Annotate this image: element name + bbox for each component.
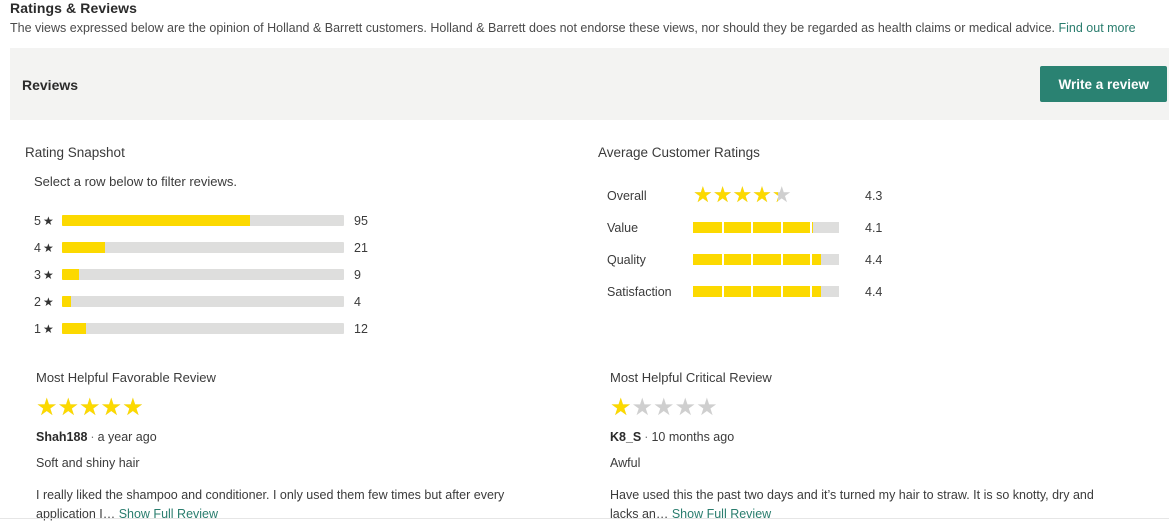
ratings-reviews-page: Ratings & Reviews The views expressed be… [0,0,1169,523]
star-icon: ★ [42,294,54,309]
meta-separator: · [90,430,95,444]
most-helpful-critical-review: Most Helpful Critical Review ★★★★★ ★★★★★… [610,370,1130,523]
critical-review-stars: ★★★★★ ★★★★★ [610,395,718,419]
most-helpful-favorable-review: Most Helpful Favorable Review ★★★★★ ★★★★… [36,370,556,523]
star-rating: ★★★★★★★★★★ [693,184,792,207]
average-rating-name: Quality [607,252,646,267]
favorable-review-stars: ★★★★★ ★★★★★ [36,395,144,419]
average-rating-row: Overall ★★★★★★★★★★ 4.3 [598,181,1018,210]
star-icon-filled: ★★★★★ [36,395,144,419]
favorable-review-heading: Most Helpful Favorable Review [36,370,216,385]
segment-dividers [693,286,839,297]
favorable-review-meta: Shah188 · a year ago [36,430,556,444]
rating-bar-number: 2 [34,294,41,309]
rating-bar-row-2-star[interactable]: 2 ★ 4 [25,288,425,315]
critical-review-age: 10 months ago [651,430,735,444]
segmented-rating-meter [693,222,839,233]
star-icon: ★ [42,321,54,336]
rating-bar-count: 9 [354,267,361,282]
average-rating-value: 4.4 [865,252,883,267]
rating-bar-number: 3 [34,267,41,282]
rating-snapshot-section: Rating Snapshot Select a row below to fi… [25,145,425,342]
rating-bar-row-1-star[interactable]: 1 ★ 12 [25,315,425,342]
critical-review-title: Awful [610,456,641,470]
overall-stars-meter: ★★★★★★★★★★ [693,184,839,207]
average-rating-name: Overall [607,188,647,203]
favorable-review-text: I really liked the shampoo and condition… [36,488,505,521]
rating-snapshot-subtext: Select a row below to filter reviews. [34,174,238,189]
rating-bar-track [62,242,344,253]
rating-bar-track [62,296,344,307]
segment-dividers [693,222,839,233]
disclaimer-text: The views expressed below are the opinio… [10,21,1056,35]
rating-bar-fill [62,269,79,280]
rating-bar-fill [62,323,86,334]
favorable-review-title: Soft and shiny hair [36,456,140,470]
rating-bar-count: 4 [354,294,361,309]
rating-bar-row-5-star[interactable]: 5 ★ 95 [25,207,425,234]
rating-bar-row-4-star[interactable]: 4 ★ 21 [25,234,425,261]
meta-separator: · [644,430,649,444]
average-rating-value: 4.4 [865,284,883,299]
rating-bar-fill [62,215,251,226]
rating-bar-track [62,269,344,280]
find-out-more-link[interactable]: Find out more [1059,21,1136,35]
star-icon: ★ [42,267,54,282]
rating-bar-row-3-star[interactable]: 3 ★ 9 [25,261,425,288]
rating-bar-label: 1 ★ [34,322,62,336]
critical-review-author: K8_S [610,430,642,444]
rating-bar-track [62,215,344,226]
critical-review-meta: K8_S · 10 months ago [610,430,1130,444]
disclaimer: The views expressed below are the opinio… [10,21,1136,35]
segmented-rating-meter [693,254,839,265]
star-icon: ★ [42,213,54,228]
star-icon-filled: ★★★★★ [693,184,778,207]
segmented-rating-meter [693,286,839,297]
critical-review-heading: Most Helpful Critical Review [610,370,772,385]
reviews-label: Reviews [22,77,79,93]
bottom-divider [0,518,1169,519]
rating-bar-fill [62,242,105,253]
rating-bar-label: 3 ★ [34,268,62,282]
rating-bar-count: 95 [354,213,368,228]
average-ratings-rows: Overall★★★★★★★★★★4.3Value4.1Quality4.4Sa… [598,181,1018,306]
average-rating-row: Value 4.1 [598,213,1018,242]
rating-bar-count: 12 [354,321,368,336]
star-icon-filled: ★★★★★ [610,395,632,419]
rating-snapshot-bars: 5 ★ 95 4 ★ 21 3 ★ 9 2 ★ 4 1 ★ 12 [25,207,425,342]
favorable-review-age: a year ago [97,430,157,444]
average-ratings-heading: Average Customer Ratings [598,145,760,160]
rating-bar-number: 4 [34,240,41,255]
rating-bar-number: 1 [34,321,41,336]
average-rating-row: Satisfaction 4.4 [598,277,1018,306]
star-icon: ★ [42,240,54,255]
write-a-review-button[interactable]: Write a review [1040,66,1167,102]
average-rating-name: Satisfaction [607,284,672,299]
rating-bar-fill [62,296,72,307]
average-rating-value: 4.1 [865,220,883,235]
favorable-review-author: Shah188 [36,430,88,444]
segmented-track [693,286,839,297]
segmented-track [693,254,839,265]
rating-bar-label: 5 ★ [34,214,62,228]
segment-dividers [693,254,839,265]
segmented-track [693,222,839,233]
rating-bar-label: 2 ★ [34,295,62,309]
reviews-header-bar: Reviews Write a review [10,48,1169,120]
rating-snapshot-heading: Rating Snapshot [25,145,125,160]
average-ratings-section: Average Customer Ratings Overall ★★★★★ ★★★… [598,145,1018,309]
page-title: Ratings & Reviews [10,0,137,16]
rating-bar-count: 21 [354,240,368,255]
rating-bar-track [62,323,344,334]
average-rating-name: Value [607,220,639,235]
rating-bar-label: 4 ★ [34,241,62,255]
average-rating-row: Quality 4.4 [598,245,1018,274]
rating-bar-number: 5 [34,213,41,228]
average-rating-value: 4.3 [865,188,883,203]
